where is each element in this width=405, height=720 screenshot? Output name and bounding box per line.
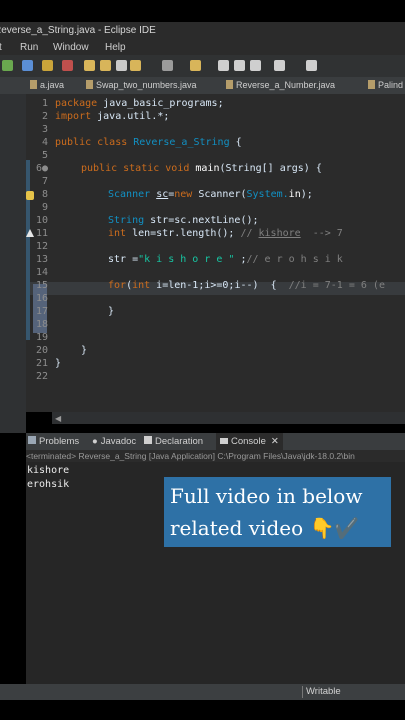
editor-tab-bar: a.java Swap_two_numbers.java Reverse_a_N… — [0, 77, 405, 94]
overlay-line-1: Full video in below — [170, 484, 363, 508]
tab-reverse-a-number[interactable]: Reverse_a_Number.java — [226, 77, 335, 94]
tab-palindrome[interactable]: Palind — [368, 77, 403, 94]
open-type-icon[interactable] — [84, 60, 95, 71]
editor-horizontal-scrollbar[interactable]: ◀ — [52, 412, 405, 424]
toolbar — [0, 55, 405, 77]
new-icon[interactable] — [42, 60, 53, 71]
top-black-strip — [0, 0, 405, 22]
perspective-icon[interactable] — [306, 60, 317, 71]
code-line-17: } — [108, 306, 115, 317]
code-line-13: str ="k i s h o r e " ;// e r o h s i k — [108, 254, 343, 265]
tab-problems[interactable]: Problems — [28, 433, 79, 450]
search-icon[interactable] — [116, 60, 127, 71]
window-title-bar: Reverse_a_String.java - Eclipse IDE — [0, 22, 405, 40]
code-line-11: int len=str.length(); // kishore --> 7 — [108, 228, 343, 239]
left-side-rail — [0, 77, 26, 433]
code-line-21: } — [55, 358, 62, 369]
problems-icon — [28, 436, 36, 444]
code-line-15: for(int i=len-1;i>=0;i--) { //i = 7-1 = … — [108, 280, 385, 291]
menu-item-run[interactable]: Run — [20, 40, 38, 55]
java-file-icon — [30, 80, 37, 89]
code-line-10: String str=sc.nextLine(); — [108, 215, 259, 226]
run-icon[interactable] — [2, 60, 13, 71]
console-line: erohsik — [27, 479, 70, 490]
code-line-4: public class Reverse_a_String { — [55, 137, 242, 148]
status-bar: Writable — [0, 684, 405, 700]
tab-console[interactable]: Console ✕ — [216, 433, 283, 450]
stop-icon[interactable] — [62, 60, 73, 71]
close-icon[interactable]: ✕ — [271, 436, 279, 447]
nav-forward-icon[interactable] — [274, 60, 285, 71]
pen-icon[interactable] — [130, 60, 141, 71]
code-lines: package java_basic_programs; import java… — [26, 97, 405, 397]
menu-bar: t Run Window Help — [0, 40, 405, 55]
menu-item-edit[interactable]: t — [0, 40, 2, 55]
next-annotation-icon[interactable] — [190, 60, 201, 71]
menu-item-help[interactable]: Help — [105, 40, 126, 55]
nav-back-icon[interactable] — [250, 60, 261, 71]
overlay-line-2: related video 👇✔️ — [170, 516, 360, 540]
code-line-6: public static void main(String[] args) { — [81, 163, 322, 174]
tab-declaration[interactable]: Declaration — [144, 433, 203, 450]
declaration-icon — [144, 436, 152, 444]
java-file-icon — [368, 80, 375, 89]
console-line: kishore — [27, 465, 70, 476]
menu-item-window[interactable]: Window — [53, 40, 89, 55]
code-line-2: import java.util.*; — [55, 111, 170, 122]
console-icon — [220, 438, 228, 444]
bottom-black-strip — [0, 700, 405, 720]
forward-icon[interactable] — [234, 60, 245, 71]
window-title: Reverse_a_String.java - Eclipse IDE — [0, 25, 156, 36]
promo-overlay: Full video in below related video 👇✔️ — [164, 477, 391, 547]
back-icon[interactable] — [218, 60, 229, 71]
debug-icon[interactable] — [22, 60, 33, 71]
status-divider — [302, 686, 303, 698]
open-task-icon[interactable] — [100, 60, 111, 71]
annotation-icon[interactable] — [162, 60, 173, 71]
console-tab-bar: Problems ● Javadoc Declaration Console ✕ — [26, 433, 405, 450]
code-line-1: package java_basic_programs; — [55, 98, 224, 109]
status-writable: Writable — [306, 686, 341, 697]
java-file-icon — [86, 80, 93, 89]
tab-javadoc[interactable]: ● Javadoc — [92, 433, 136, 450]
console-status-line: <terminated> Reverse_a_String [Java Appl… — [26, 450, 405, 462]
code-line-8: Scanner sc=new Scanner(System.in); — [108, 189, 313, 200]
java-file-icon — [226, 80, 233, 89]
tab-a-java[interactable]: a.java — [30, 77, 64, 94]
code-line-20: } — [81, 345, 88, 356]
tab-swap-two-numbers[interactable]: Swap_two_numbers.java — [86, 77, 197, 94]
scroll-left-icon[interactable]: ◀ — [55, 414, 61, 423]
javadoc-icon: ● — [92, 436, 98, 447]
